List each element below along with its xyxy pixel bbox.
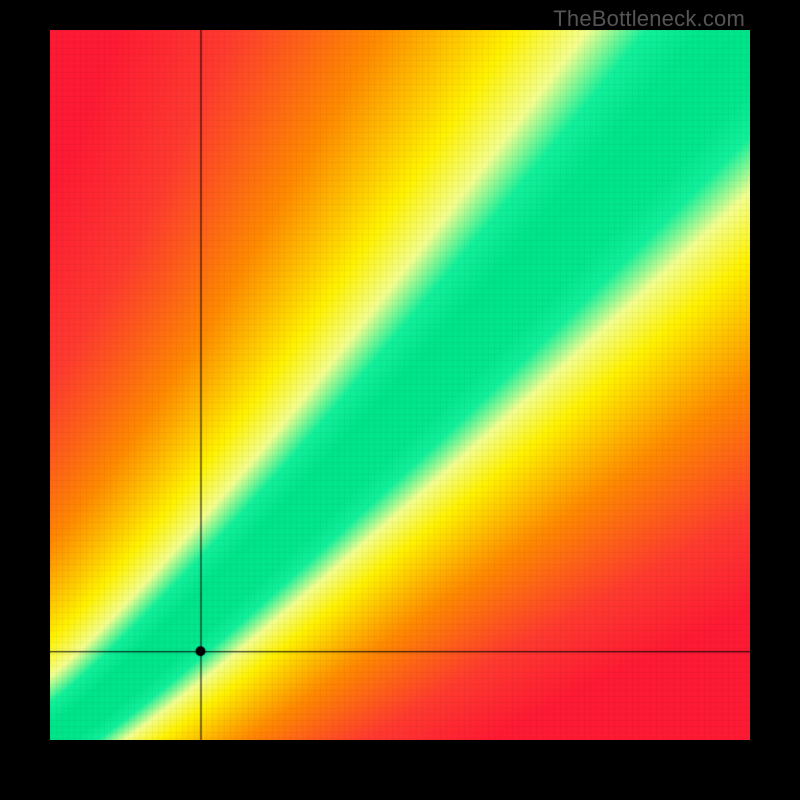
heatmap-plot — [50, 30, 750, 740]
watermark-text: TheBottleneck.com — [553, 6, 745, 32]
heatmap-canvas — [50, 30, 750, 740]
chart-frame: TheBottleneck.com — [0, 0, 800, 800]
